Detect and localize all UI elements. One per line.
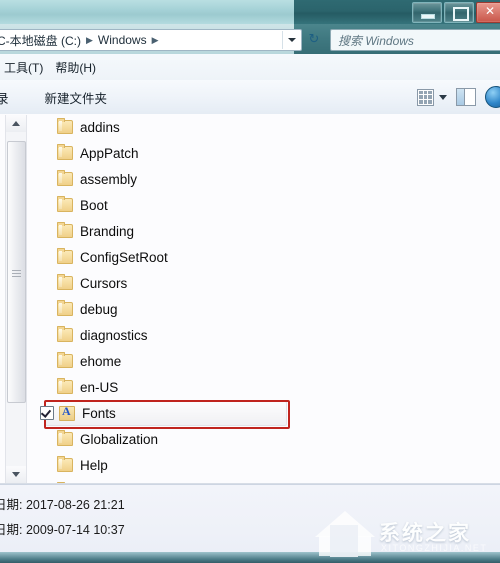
view-grid-icon[interactable]: [417, 88, 434, 106]
scroll-down-button[interactable]: [6, 466, 26, 483]
list-item[interactable]: ehome: [0, 348, 500, 374]
list-item[interactable]: debug: [0, 296, 500, 322]
file-name: addins: [80, 119, 120, 135]
file-name: ehome: [80, 353, 122, 369]
folder-icon: [57, 170, 73, 186]
watermark-subtext: XITONGZHIJIA.NET: [381, 543, 488, 553]
folder-icon: [57, 430, 73, 446]
file-name: diagnostics: [80, 327, 148, 343]
refresh-button[interactable]: ↻: [303, 29, 325, 49]
list-item[interactable]: assembly: [0, 166, 500, 192]
created-date-text: 日期: 2009-07-14 10:37: [0, 523, 125, 537]
item-checkbox[interactable]: [40, 406, 54, 420]
chevron-up-icon: [12, 121, 20, 126]
scrollbar-thumb[interactable]: [7, 141, 26, 403]
file-name: Branding: [80, 223, 135, 239]
chevron-down-icon: [12, 472, 20, 477]
folder-icon: [57, 326, 73, 342]
folder-icon: [57, 456, 73, 472]
folder-icon: [57, 248, 73, 264]
scrollbar-track[interactable]: [6, 132, 26, 466]
organize-button[interactable]: 录: [0, 88, 9, 107]
list-item[interactable]: en-US: [0, 374, 500, 400]
file-name: debug: [80, 301, 118, 317]
toolbar-right-group: [417, 80, 500, 114]
file-name: assembly: [80, 171, 138, 187]
command-toolbar: 录 新建文件夹: [0, 80, 500, 115]
file-list[interactable]: addins AppPatch assembly Boot Branding C…: [0, 114, 500, 484]
scrollbar-grip-icon: [12, 270, 21, 277]
folder-icon: [57, 274, 73, 290]
menu-bar: 工具(T) 帮助(H): [0, 54, 500, 81]
modified-date-text: 日期: 2017-08-26 21:21: [0, 498, 125, 512]
file-name: Boot: [80, 197, 108, 213]
new-folder-button[interactable]: 新建文件夹: [45, 88, 108, 107]
file-name: AppPatch: [80, 145, 139, 161]
menu-item-tools[interactable]: 工具(T): [0, 57, 51, 78]
list-item[interactable]: Help: [0, 452, 500, 478]
scroll-up-button[interactable]: [6, 115, 26, 132]
breadcrumb-drive[interactable]: C-本地磁盘 (C:): [0, 32, 83, 49]
file-name: Globalization: [80, 431, 159, 447]
file-name: Cursors: [80, 275, 128, 291]
folder-icon: [57, 144, 73, 160]
list-item[interactable]: Globalization: [0, 426, 500, 452]
folder-icon: [57, 378, 73, 394]
maximize-button[interactable]: [444, 2, 474, 23]
help-circle-icon[interactable]: [485, 86, 500, 108]
list-item[interactable]: Boot: [0, 192, 500, 218]
file-name: Fonts: [82, 405, 116, 421]
minimize-button[interactable]: [412, 2, 442, 23]
house-logo-cutout: [330, 525, 358, 557]
menu-item-help[interactable]: 帮助(H): [47, 57, 104, 78]
file-name: Help: [80, 457, 108, 473]
chevron-down-icon: [287, 38, 296, 42]
folder-icon: [57, 222, 73, 238]
fonts-folder-icon: [59, 404, 75, 421]
folder-icon: [57, 118, 73, 134]
breadcrumb-separator-icon: ▶: [86, 34, 93, 45]
search-input[interactable]: 搜索 Windows: [330, 29, 500, 51]
preview-pane-icon[interactable]: [456, 88, 476, 106]
address-bar[interactable]: C-本地磁盘 (C:) ▶ Windows ▶: [0, 29, 302, 51]
watermark: 系统之家 XITONGZHIJIA.NET: [305, 503, 500, 563]
address-dropdown-button[interactable]: [282, 31, 300, 49]
list-item-fonts[interactable]: Fonts: [0, 400, 500, 429]
list-item[interactable]: AppPatch: [0, 140, 500, 166]
close-button[interactable]: [476, 2, 500, 23]
chevron-down-icon[interactable]: [439, 94, 447, 100]
folder-icon: [57, 300, 73, 316]
breadcrumb-windows[interactable]: Windows: [96, 33, 149, 47]
explorer-window: C-本地磁盘 (C:) ▶ Windows ▶ ↻ 搜索 Windows 工具(…: [0, 0, 500, 563]
list-item[interactable]: diagnostics: [0, 322, 500, 348]
file-name: en-US: [80, 379, 119, 395]
folder-icon: [57, 352, 73, 368]
list-item[interactable]: Branding: [0, 218, 500, 244]
list-item[interactable]: ConfigSetRoot: [0, 244, 500, 270]
file-name: ConfigSetRoot: [80, 249, 168, 265]
breadcrumb-separator-icon-2: ▶: [151, 34, 159, 45]
vertical-scrollbar[interactable]: [5, 115, 27, 483]
refresh-icon: ↻: [308, 31, 320, 46]
list-item[interactable]: Cursors: [0, 270, 500, 296]
search-placeholder: 搜索 Windows: [338, 33, 414, 48]
folder-icon: [57, 196, 73, 212]
list-item[interactable]: addins: [0, 114, 500, 140]
window-controls: [412, 2, 500, 23]
